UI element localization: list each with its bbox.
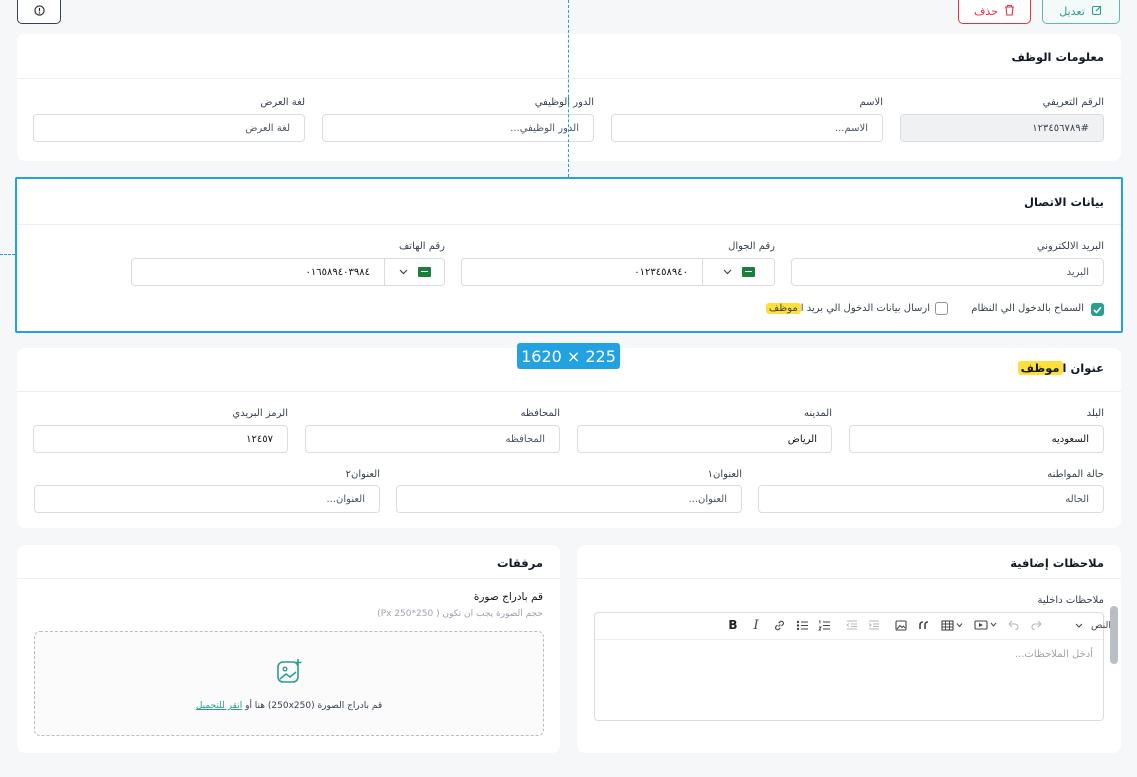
scrollbar-thumb[interactable] (1110, 606, 1118, 664)
phone-input[interactable]: ٠١٦٥٨٩٤٠٣٩٨٤ (131, 258, 445, 286)
address-title: عنوان اموظف (1017, 361, 1104, 375)
citizenship-input[interactable]: الحاله (758, 485, 1104, 513)
email-label: البريد الالكتروني (1036, 241, 1104, 252)
zip-label: الرمز البريدي (232, 408, 288, 419)
upload-hint: حجم الصورة يجب ان تكون ( 250*250 Px) (377, 609, 543, 619)
outdent-icon[interactable] (845, 618, 859, 632)
email-input[interactable]: البريد (791, 258, 1104, 286)
country-label: البلد (1086, 408, 1104, 419)
notes-textarea[interactable]: أدخل الملاحظات... (1015, 649, 1093, 660)
contact-title: بيانات الاتصال (1024, 195, 1104, 209)
notes-title: ملاحظات إضافية (1010, 556, 1104, 570)
address1-label: العنوان١ (707, 469, 742, 480)
address2-label: العنوان٢ (345, 469, 380, 480)
saudi-flag-icon (741, 267, 755, 277)
format-select[interactable]: النص (1071, 618, 1111, 632)
link-icon[interactable] (772, 618, 786, 632)
province-input[interactable]: المحافظه (305, 425, 560, 453)
upload-link[interactable]: انقر للتحميل (196, 701, 242, 711)
bold-icon[interactable]: B (726, 618, 740, 632)
lang-input[interactable]: لغة العرض (33, 114, 305, 142)
bullet-list-icon[interactable] (795, 618, 809, 632)
city-input[interactable]: الرياض (577, 425, 832, 453)
phone-country-select[interactable] (384, 259, 444, 285)
info-button[interactable] (17, 0, 61, 24)
indent-icon[interactable] (867, 618, 881, 632)
attachments-title: مرفقات (497, 556, 543, 570)
delete-button[interactable]: حذف (958, 0, 1031, 24)
address-card: عنوان اموظف البلد السعوديه المدينه الريا… (17, 348, 1121, 528)
zip-input[interactable]: ١٢٤٥٧ (33, 425, 288, 453)
edit-button[interactable]: تعديل (1042, 0, 1120, 24)
employee-info-title: معلومات الوظف (1011, 50, 1104, 64)
guide-line-horizontal (0, 254, 15, 255)
role-label: الدور الوظيفي (534, 97, 594, 108)
address2-input[interactable]: العنوان... (34, 485, 380, 513)
role-input[interactable]: الدور الوظيفي... (322, 114, 594, 142)
guide-line-vertical (568, 0, 569, 177)
country-input[interactable]: السعوديه (849, 425, 1104, 453)
image-dropzone[interactable]: قم بادراج الصورة (250x250) هنا أو انقر ل… (34, 631, 544, 736)
edit-label: تعديل (1059, 5, 1085, 18)
media-icon[interactable] (973, 618, 999, 632)
citizenship-label: حالة المواطنه (1047, 469, 1104, 480)
ordered-list-icon[interactable] (817, 618, 831, 632)
divider (17, 391, 1121, 392)
image-icon[interactable] (894, 618, 908, 632)
name-input[interactable]: الاسم... (611, 114, 883, 142)
notes-card: ملاحظات إضافية ملاحظات داخلية أدخل الملا… (577, 545, 1121, 753)
chevron-down-icon (399, 267, 408, 278)
internal-notes-label: ملاحظات داخلية (1037, 595, 1104, 606)
format-select-value: النص (1090, 619, 1111, 631)
saudi-flag-icon (417, 267, 431, 277)
upload-title: قم بادراج صورة (473, 591, 543, 603)
size-badge: 1620 × 225 (517, 343, 620, 369)
lang-label: لغة العرض (260, 97, 305, 108)
send-credentials-checkbox[interactable] (935, 302, 948, 315)
contact-card: بيانات الاتصال البريد الالكتروني البريد … (15, 177, 1123, 333)
highlight-mark: موظف (765, 303, 801, 314)
send-credentials-text: ارسال بيانات الدخول الي بريد ا (800, 303, 930, 314)
redo-icon[interactable] (1030, 618, 1044, 632)
id-field: #١٢٣٤٥٦٧٨٩ (900, 114, 1104, 142)
city-label: المدينه (803, 408, 832, 419)
send-credentials-label: ارسال بيانات الدخول الي بريد اموظف (765, 303, 930, 314)
divider (17, 578, 560, 579)
province-label: المحافظه (520, 408, 560, 419)
mobile-label: رقم الجوال (728, 241, 775, 252)
divider (17, 78, 1121, 79)
highlight-mark: موظف (1017, 361, 1063, 375)
address1-input[interactable]: العنوان... (396, 485, 742, 513)
name-label: الاسم (859, 97, 883, 108)
delete-label: حذف (974, 5, 998, 18)
divider (577, 578, 1121, 579)
chevron-down-icon (1075, 620, 1083, 631)
add-image-icon (276, 658, 304, 687)
trash-icon (1004, 4, 1015, 19)
dropzone-instructions: قم بادراج الصورة (250x250) هنا أو (245, 701, 383, 711)
undo-icon[interactable] (1006, 618, 1020, 632)
allow-login-label: السماح بالدخول الي النظام (971, 303, 1084, 314)
allow-login-checkbox[interactable] (1091, 303, 1104, 316)
mobile-input[interactable]: ٠١٢٣٤٥٨٩٤٠ (461, 258, 775, 286)
quote-icon[interactable] (917, 618, 931, 632)
chevron-down-icon (723, 267, 732, 278)
attachments-card: مرفقات قم بادراج صورة حجم الصورة يجب ان … (17, 545, 560, 753)
mobile-country-select[interactable] (702, 259, 774, 285)
table-icon[interactable] (940, 618, 966, 632)
address-title-text: عنوان ا (1062, 361, 1104, 375)
info-icon (33, 4, 45, 19)
phone-value: ٠١٦٥٨٩٤٠٣٩٨٤ (305, 266, 370, 278)
dropzone-text: قم بادراج الصورة (250x250) هنا أو انقر ل… (35, 701, 543, 711)
divider (17, 224, 1121, 225)
id-label: الرقم التعريفي (1042, 97, 1104, 108)
mobile-value: ٠١٢٣٤٥٨٩٤٠ (634, 266, 688, 278)
employee-info-card: معلومات الوظف الرقم التعريفي #١٢٣٤٥٦٧٨٩ … (17, 34, 1121, 161)
edit-icon (1091, 4, 1103, 19)
phone-label: رقم الهاتف (398, 241, 445, 252)
italic-icon[interactable]: I (749, 618, 763, 633)
